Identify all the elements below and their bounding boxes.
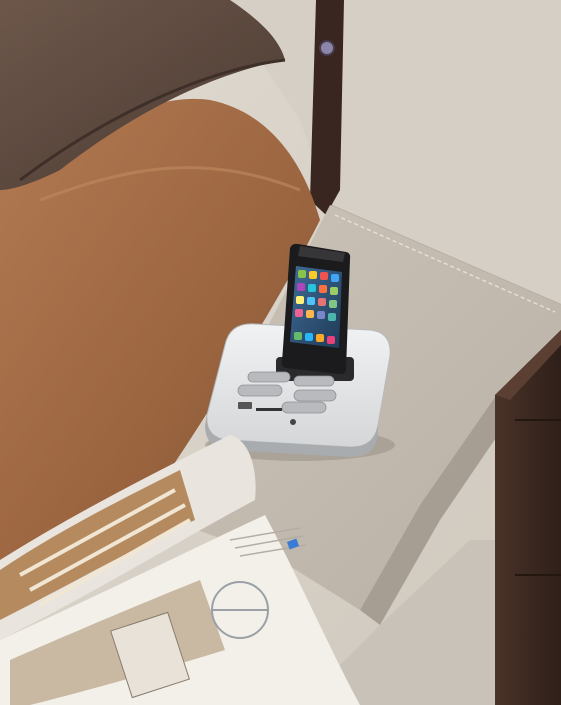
aux-jack xyxy=(290,419,296,425)
dock-button-prev[interactable] xyxy=(237,384,283,397)
dock-button-next[interactable] xyxy=(293,389,337,402)
card-slot xyxy=(256,408,282,411)
dock-button-minus[interactable] xyxy=(247,371,291,383)
photo-scene xyxy=(0,0,561,705)
phone xyxy=(281,243,351,375)
dock-button-play[interactable] xyxy=(281,401,327,414)
leather-strap xyxy=(310,0,344,215)
scene-svg xyxy=(0,0,561,705)
strap-button xyxy=(319,40,335,56)
dock-button-plus[interactable] xyxy=(293,375,335,387)
usb-port xyxy=(238,402,252,409)
